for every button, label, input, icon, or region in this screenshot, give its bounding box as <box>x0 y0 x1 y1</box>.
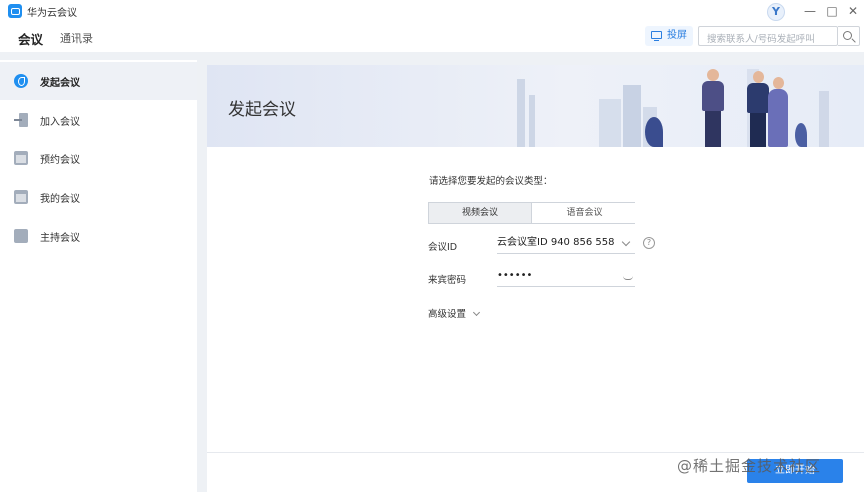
chevron-down-icon <box>473 308 481 317</box>
sidebar-item-start-meeting[interactable]: 发起会议 <box>0 62 197 100</box>
search-field[interactable] <box>698 26 838 49</box>
help-icon[interactable]: ? <box>643 237 655 249</box>
banner: 发起会议 <box>207 65 864 147</box>
tab-contacts[interactable]: 通讯录 <box>60 30 93 46</box>
app-logo-icon <box>8 4 22 18</box>
sidebar-item-join-meeting[interactable]: 加入会议 <box>0 101 197 139</box>
search-button[interactable] <box>838 26 860 46</box>
guest-password-value: •••••• <box>497 270 533 281</box>
phone-icon <box>14 74 28 88</box>
sidebar-item-label: 我的会议 <box>40 194 80 205</box>
sidebar-item-my-meetings[interactable]: 我的会议 <box>0 178 197 216</box>
sidebar-item-label: 加入会议 <box>40 117 80 128</box>
app-title: 华为云会议 <box>27 8 77 19</box>
page-title: 发起会议 <box>228 100 296 120</box>
host-icon <box>14 229 28 243</box>
guest-password-field[interactable]: •••••• <box>497 267 635 287</box>
cast-icon <box>651 31 662 42</box>
guest-password-label: 来宾密码 <box>428 275 467 286</box>
cast-screen-button[interactable]: 投屏 <box>645 26 693 46</box>
tab-meetings[interactable]: 会议 <box>18 29 43 48</box>
calendar-icon <box>14 151 28 165</box>
meeting-id-select[interactable]: 云会议室ID 940 856 558 <box>497 234 635 254</box>
sidebar-item-schedule-meeting[interactable]: 预约会议 <box>0 139 197 177</box>
search-input[interactable] <box>699 30 837 49</box>
cast-label: 投屏 <box>667 30 687 41</box>
audio-meeting-option[interactable]: 语音会议 <box>533 203 636 223</box>
sidebar-item-label: 发起会议 <box>40 78 80 89</box>
meeting-type-prompt: 请选择您要发起的会议类型： <box>429 176 553 187</box>
sidebar-item-label: 预约会议 <box>40 155 80 166</box>
title-bar: 华为云会议 Y — □ ✕ <box>0 0 864 22</box>
top-nav: 会议 通讯录 投屏 <box>0 22 864 52</box>
meeting-id-value: 云会议室ID 940 856 558 <box>497 237 615 248</box>
video-meeting-option[interactable]: 视频会议 <box>429 203 532 223</box>
close-button[interactable]: ✕ <box>846 4 860 18</box>
sidebar: 发起会议 加入会议 预约会议 我的会议 主持会议 <box>0 60 197 492</box>
advanced-settings-label: 高级设置 <box>428 309 467 320</box>
meeting-id-label: 会议ID <box>428 242 458 253</box>
join-icon <box>14 113 28 127</box>
footer-divider <box>207 452 864 453</box>
sidebar-item-host-meeting[interactable]: 主持会议 <box>0 217 197 255</box>
maximize-button[interactable]: □ <box>825 4 839 18</box>
watermark: @稀土掘金技术社区 <box>677 457 822 475</box>
advanced-settings-toggle[interactable]: 高级设置 <box>428 306 481 320</box>
minimize-button[interactable]: — <box>803 4 817 18</box>
sidebar-item-label: 主持会议 <box>40 233 80 244</box>
search-icon <box>843 31 852 40</box>
calendar-list-icon <box>14 190 28 204</box>
user-avatar[interactable]: Y <box>767 3 785 21</box>
content-panel: 发起会议 请选择您要发起的会议类型： 视频会议 语音会议 会议ID 云会议室ID… <box>207 65 864 492</box>
meeting-type-toggle: 视频会议 语音会议 <box>428 202 636 224</box>
